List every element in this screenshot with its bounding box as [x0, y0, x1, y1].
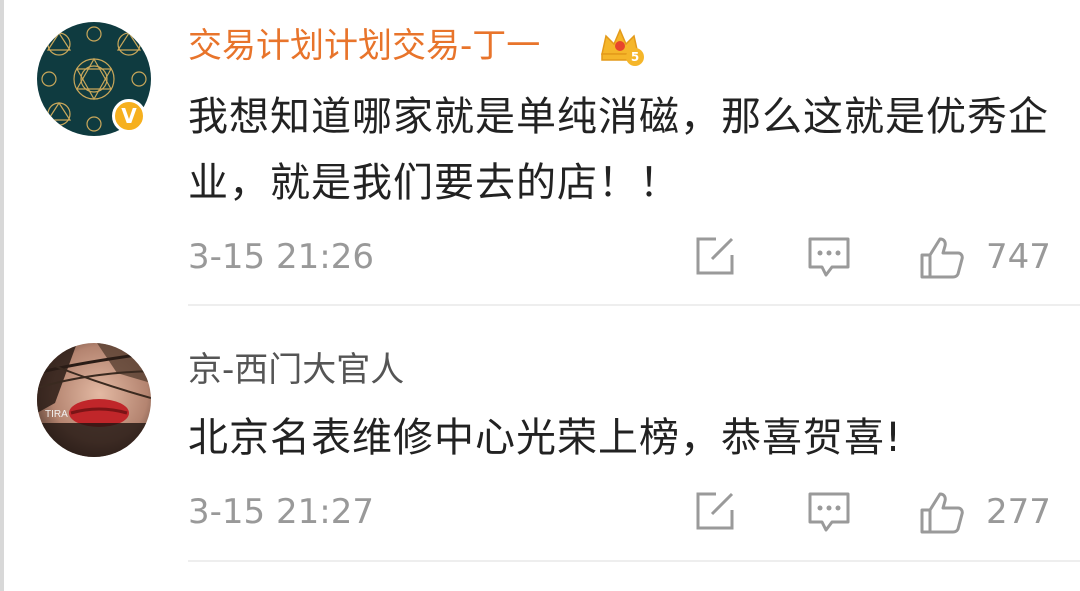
like-count: 747 [986, 237, 1051, 277]
thumbs-up-icon[interactable] [918, 490, 966, 536]
share-edit-icon[interactable] [692, 490, 736, 534]
username[interactable]: 交易计划计划交易-丁一 [188, 24, 540, 68]
thumbs-up-icon[interactable] [918, 235, 966, 281]
share-edit-icon[interactable] [692, 235, 736, 279]
comment-text: 北京名表维修中心光荣上榜，恭喜贺喜! [188, 415, 903, 461]
comment-meta: 3-15 21:26 747 [0, 232, 1080, 282]
comment-text: 我想知道哪家就是单纯消磁，那么这就是优秀企业，就是我们要去的店！！ [188, 94, 1049, 206]
comment-time: 3-15 21:26 [188, 237, 374, 277]
divider [188, 560, 1080, 562]
comment-bubble-icon[interactable] [806, 235, 852, 279]
comment-bubble-icon[interactable] [806, 490, 852, 534]
vip-level-badge: 5 [626, 48, 644, 66]
comment-meta: 3-15 21:27 277 [0, 487, 1080, 537]
like-count: 277 [986, 492, 1051, 532]
avatar[interactable]: TIRA [37, 343, 151, 457]
verified-badge-icon: V [112, 99, 146, 133]
comment-time: 3-15 21:27 [188, 492, 374, 532]
avatar-text: TIRA [45, 409, 68, 420]
username[interactable]: 京-西门大官人 [188, 348, 404, 392]
divider [188, 304, 1080, 306]
